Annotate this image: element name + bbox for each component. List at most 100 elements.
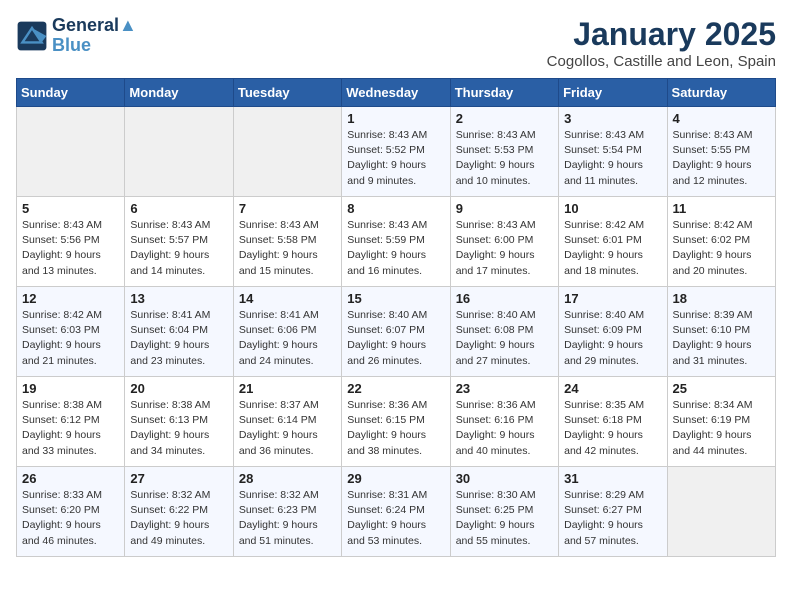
day-info: Sunrise: 8:36 AM Sunset: 6:15 PM Dayligh… bbox=[347, 398, 444, 459]
calendar-day-cell: 30 Sunrise: 8:30 AM Sunset: 6:25 PM Dayli… bbox=[450, 467, 558, 557]
day-info: Sunrise: 8:40 AM Sunset: 6:09 PM Dayligh… bbox=[564, 308, 661, 369]
day-number: 2 bbox=[456, 111, 553, 126]
day-number: 23 bbox=[456, 381, 553, 396]
day-number: 21 bbox=[239, 381, 336, 396]
calendar-subtitle: Cogollos, Castille and Leon, Spain bbox=[547, 53, 776, 70]
calendar-day-cell: 2Sunrise: 8:43 AM Sunset: 5:53 PM Daylig… bbox=[450, 107, 558, 197]
logo-icon bbox=[16, 20, 48, 52]
day-number: 22 bbox=[347, 381, 444, 396]
day-number: 27 bbox=[130, 471, 227, 486]
calendar-week-row: 26 Sunrise: 8:33 AM Sunset: 6:20 PM Dayli… bbox=[17, 467, 776, 557]
calendar-day-cell: 7 Sunrise: 8:43 AM Sunset: 5:58 PM Daylig… bbox=[233, 197, 341, 287]
calendar-day-cell: 21Sunrise: 8:37 AM Sunset: 6:14 PM Dayli… bbox=[233, 377, 341, 467]
calendar-day-cell: 14 Sunrise: 8:41 AM Sunset: 6:06 PM Dayli… bbox=[233, 287, 341, 377]
calendar-day-cell: 29 Sunrise: 8:31 AM Sunset: 6:24 PM Dayli… bbox=[342, 467, 450, 557]
calendar-week-row: 5 Sunrise: 8:43 AM Sunset: 5:56 PM Daylig… bbox=[17, 197, 776, 287]
day-number: 31 bbox=[564, 471, 661, 486]
logo: General▲ Blue bbox=[16, 16, 137, 56]
day-info: Sunrise: 8:33 AM Sunset: 6:20 PM Dayligh… bbox=[22, 488, 119, 549]
calendar-day-cell: 31 Sunrise: 8:29 AM Sunset: 6:27 PM Dayli… bbox=[559, 467, 667, 557]
calendar-day-cell: 4Sunrise: 8:43 AM Sunset: 5:55 PM Daylig… bbox=[667, 107, 775, 197]
day-info: Sunrise: 8:38 AM Sunset: 6:12 PM Dayligh… bbox=[22, 398, 119, 459]
day-info: Sunrise: 8:41 AM Sunset: 6:04 PM Dayligh… bbox=[130, 308, 227, 369]
day-info: Sunrise: 8:43 AM Sunset: 5:57 PM Dayligh… bbox=[130, 218, 227, 279]
calendar-week-row: 1Sunrise: 8:43 AM Sunset: 5:52 PM Daylig… bbox=[17, 107, 776, 197]
calendar-day-cell bbox=[17, 107, 125, 197]
day-number: 19 bbox=[22, 381, 119, 396]
calendar-table: SundayMondayTuesdayWednesdayThursdayFrid… bbox=[16, 78, 776, 557]
day-info: Sunrise: 8:43 AM Sunset: 5:54 PM Dayligh… bbox=[564, 128, 661, 189]
weekday-header: Sunday bbox=[17, 79, 125, 107]
calendar-day-cell: 15 Sunrise: 8:40 AM Sunset: 6:07 PM Dayli… bbox=[342, 287, 450, 377]
day-info: Sunrise: 8:31 AM Sunset: 6:24 PM Dayligh… bbox=[347, 488, 444, 549]
day-number: 4 bbox=[673, 111, 770, 126]
day-number: 8 bbox=[347, 201, 444, 216]
calendar-day-cell: 19 Sunrise: 8:38 AM Sunset: 6:12 PM Dayli… bbox=[17, 377, 125, 467]
day-number: 11 bbox=[673, 201, 770, 216]
day-number: 29 bbox=[347, 471, 444, 486]
day-info: Sunrise: 8:42 AM Sunset: 6:03 PM Dayligh… bbox=[22, 308, 119, 369]
day-info: Sunrise: 8:35 AM Sunset: 6:18 PM Dayligh… bbox=[564, 398, 661, 459]
day-number: 26 bbox=[22, 471, 119, 486]
calendar-day-cell: 25 Sunrise: 8:34 AM Sunset: 6:19 PM Dayli… bbox=[667, 377, 775, 467]
day-info: Sunrise: 8:40 AM Sunset: 6:08 PM Dayligh… bbox=[456, 308, 553, 369]
day-number: 13 bbox=[130, 291, 227, 306]
day-number: 17 bbox=[564, 291, 661, 306]
day-number: 28 bbox=[239, 471, 336, 486]
day-number: 12 bbox=[22, 291, 119, 306]
weekday-header-row: SundayMondayTuesdayWednesdayThursdayFrid… bbox=[17, 79, 776, 107]
day-info: Sunrise: 8:43 AM Sunset: 5:58 PM Dayligh… bbox=[239, 218, 336, 279]
day-number: 9 bbox=[456, 201, 553, 216]
day-number: 24 bbox=[564, 381, 661, 396]
day-info: Sunrise: 8:32 AM Sunset: 6:23 PM Dayligh… bbox=[239, 488, 336, 549]
day-number: 7 bbox=[239, 201, 336, 216]
calendar-week-row: 19 Sunrise: 8:38 AM Sunset: 6:12 PM Dayli… bbox=[17, 377, 776, 467]
day-number: 20 bbox=[130, 381, 227, 396]
calendar-day-cell bbox=[125, 107, 233, 197]
calendar-day-cell: 23 Sunrise: 8:36 AM Sunset: 6:16 PM Dayli… bbox=[450, 377, 558, 467]
day-info: Sunrise: 8:29 AM Sunset: 6:27 PM Dayligh… bbox=[564, 488, 661, 549]
weekday-header: Wednesday bbox=[342, 79, 450, 107]
calendar-day-cell: 16 Sunrise: 8:40 AM Sunset: 6:08 PM Dayli… bbox=[450, 287, 558, 377]
day-info: Sunrise: 8:40 AM Sunset: 6:07 PM Dayligh… bbox=[347, 308, 444, 369]
day-info: Sunrise: 8:43 AM Sunset: 6:00 PM Dayligh… bbox=[456, 218, 553, 279]
weekday-header: Thursday bbox=[450, 79, 558, 107]
day-number: 10 bbox=[564, 201, 661, 216]
day-number: 18 bbox=[673, 291, 770, 306]
logo-text: General▲ Blue bbox=[52, 16, 137, 56]
day-number: 15 bbox=[347, 291, 444, 306]
day-number: 30 bbox=[456, 471, 553, 486]
calendar-day-cell: 5 Sunrise: 8:43 AM Sunset: 5:56 PM Daylig… bbox=[17, 197, 125, 287]
day-info: Sunrise: 8:30 AM Sunset: 6:25 PM Dayligh… bbox=[456, 488, 553, 549]
day-info: Sunrise: 8:43 AM Sunset: 5:56 PM Dayligh… bbox=[22, 218, 119, 279]
day-info: Sunrise: 8:42 AM Sunset: 6:02 PM Dayligh… bbox=[673, 218, 770, 279]
day-number: 16 bbox=[456, 291, 553, 306]
day-info: Sunrise: 8:41 AM Sunset: 6:06 PM Dayligh… bbox=[239, 308, 336, 369]
title-block: January 2025 Cogollos, Castille and Leon… bbox=[547, 16, 776, 70]
calendar-day-cell: 28 Sunrise: 8:32 AM Sunset: 6:23 PM Dayli… bbox=[233, 467, 341, 557]
calendar-day-cell bbox=[667, 467, 775, 557]
day-info: Sunrise: 8:32 AM Sunset: 6:22 PM Dayligh… bbox=[130, 488, 227, 549]
day-number: 5 bbox=[22, 201, 119, 216]
calendar-day-cell bbox=[233, 107, 341, 197]
calendar-day-cell: 24 Sunrise: 8:35 AM Sunset: 6:18 PM Dayli… bbox=[559, 377, 667, 467]
calendar-day-cell: 26 Sunrise: 8:33 AM Sunset: 6:20 PM Dayli… bbox=[17, 467, 125, 557]
day-info: Sunrise: 8:43 AM Sunset: 5:59 PM Dayligh… bbox=[347, 218, 444, 279]
day-info: Sunrise: 8:42 AM Sunset: 6:01 PM Dayligh… bbox=[564, 218, 661, 279]
weekday-header: Saturday bbox=[667, 79, 775, 107]
day-number: 25 bbox=[673, 381, 770, 396]
day-number: 14 bbox=[239, 291, 336, 306]
day-number: 6 bbox=[130, 201, 227, 216]
calendar-day-cell: 3 Sunrise: 8:43 AM Sunset: 5:54 PM Daylig… bbox=[559, 107, 667, 197]
day-info: Sunrise: 8:36 AM Sunset: 6:16 PM Dayligh… bbox=[456, 398, 553, 459]
calendar-day-cell: 10 Sunrise: 8:42 AM Sunset: 6:01 PM Dayli… bbox=[559, 197, 667, 287]
weekday-header: Monday bbox=[125, 79, 233, 107]
day-number: 3 bbox=[564, 111, 661, 126]
page-header: General▲ Blue January 2025 Cogollos, Cas… bbox=[16, 16, 776, 70]
weekday-header: Tuesday bbox=[233, 79, 341, 107]
day-info: Sunrise: 8:39 AM Sunset: 6:10 PM Dayligh… bbox=[673, 308, 770, 369]
day-info: Sunrise: 8:43 AM Sunset: 5:52 PM Dayligh… bbox=[347, 128, 444, 189]
day-info: Sunrise: 8:34 AM Sunset: 6:19 PM Dayligh… bbox=[673, 398, 770, 459]
calendar-day-cell: 18 Sunrise: 8:39 AM Sunset: 6:10 PM Dayli… bbox=[667, 287, 775, 377]
calendar-title: January 2025 bbox=[547, 16, 776, 53]
